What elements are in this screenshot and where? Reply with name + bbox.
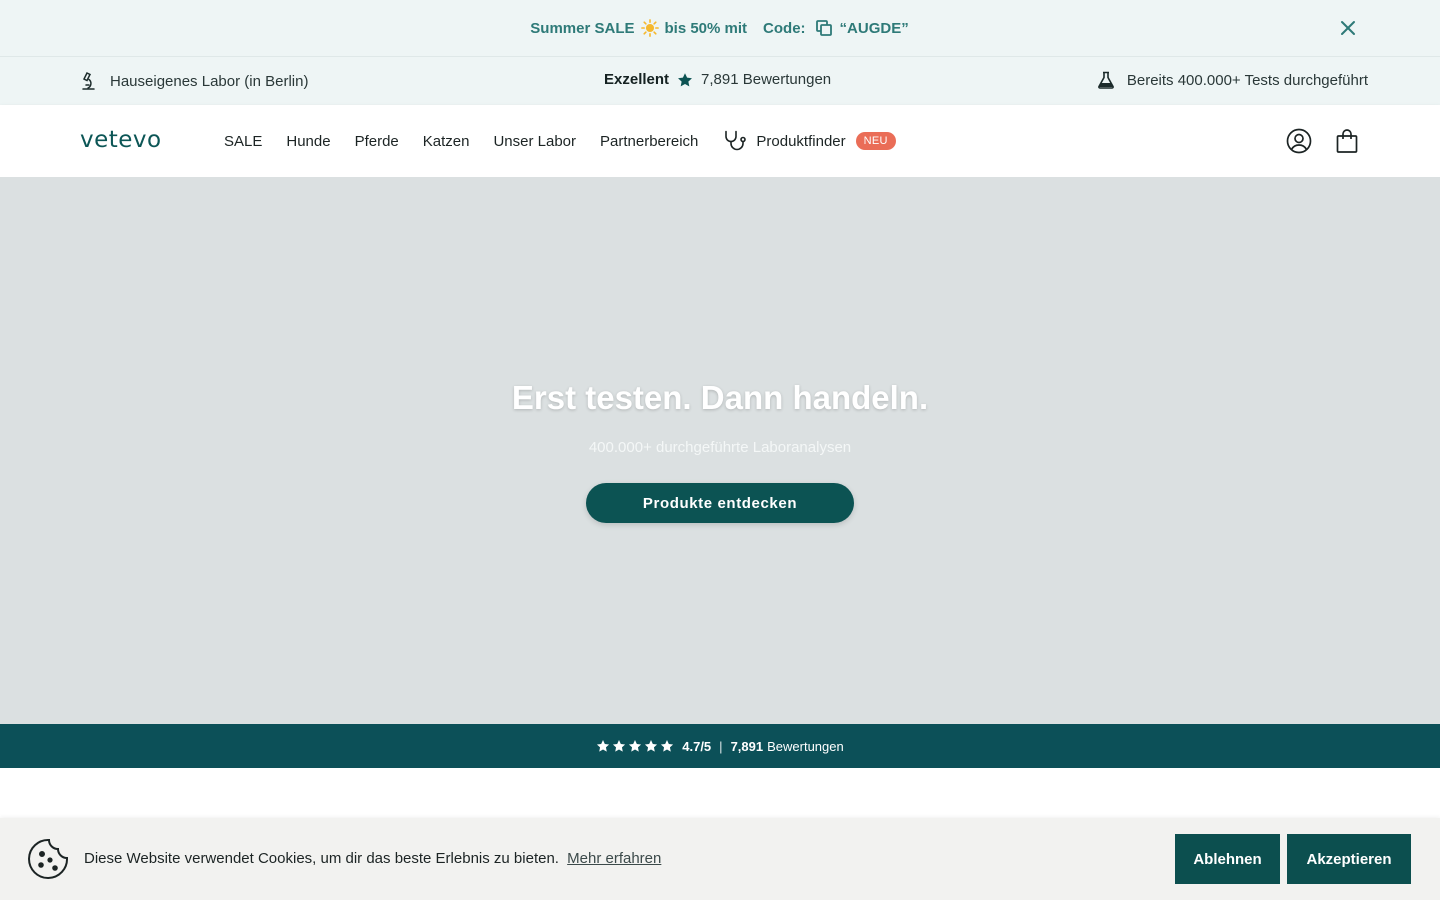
rating-count: 7,891 [730, 738, 764, 754]
usp-tests: Bereits 400.000+ Tests durchgeführt [1097, 71, 1368, 89]
announcement-code-value[interactable]: “AUGDE” [840, 20, 909, 37]
rating-stars [596, 739, 674, 753]
copy-icon[interactable] [814, 18, 834, 38]
flask-icon [1097, 71, 1114, 89]
announcement-bar: Summer SALE bis 50% mit Code: “AUGDE” [0, 0, 1440, 57]
star-icon [661, 740, 674, 752]
microscope-icon [82, 71, 95, 90]
announcement-text-after: bis 50% mit [664, 19, 748, 37]
cookie-message: Diese Website verwendet Cookies, um dir … [84, 850, 661, 867]
nav-item-partnerbereich[interactable]: Partnerbereich [600, 133, 698, 150]
star-icon [678, 72, 692, 86]
stethoscope-icon [725, 130, 747, 151]
nav-item-hunde[interactable]: Hunde [286, 133, 330, 150]
hero-title: Erst testen. Dann handeln. [511, 379, 929, 416]
nav-item-sale[interactable]: SALE [224, 133, 262, 150]
main-nav: SALE Hunde Pferde Katzen Unser Labor Par… [224, 105, 896, 177]
close-icon[interactable] [1338, 18, 1358, 38]
usp-rating[interactable]: Exzellent 7,891 Bewertungen [604, 71, 831, 88]
nav-item-katzen[interactable]: Katzen [423, 133, 470, 150]
header-actions [1286, 128, 1360, 154]
nav-item-produktfinder[interactable]: Produktfinder NEU [722, 129, 896, 153]
announcement-code-label: Code: [763, 19, 806, 37]
learn-more-link[interactable]: Mehr erfahren [567, 850, 661, 867]
cookie-icon [28, 838, 69, 879]
star-icon [629, 740, 642, 752]
accept-button[interactable]: Akzeptieren [1287, 834, 1411, 884]
rating-label: Bewertungen [767, 738, 844, 754]
rating-separator: | [719, 738, 723, 754]
usp-lab-text: Hauseigenes Labor (in Berlin) [110, 72, 309, 90]
site-header: vetevo SALE Hunde Pferde Katzen Unser La… [0, 105, 1440, 177]
rating-bar[interactable]: 4.7/5 | 7,891 Bewertungen [0, 724, 1440, 768]
hero-subtitle: 400.000+ durchgeführte Laboranalysen [588, 439, 852, 456]
star-icon [613, 740, 626, 752]
usp-tests-text: Bereits 400.000+ Tests durchgeführt [1126, 71, 1368, 89]
nav-item-unser-labor[interactable]: Unser Labor [493, 133, 576, 150]
announcement-content: Summer SALE bis 50% mit Code: “AUGDE” [530, 18, 909, 38]
hero-section: Erst testen. Dann handeln. 400.000+ durc… [0, 177, 1440, 724]
logo[interactable]: vetevo [80, 127, 162, 153]
star-icon [597, 740, 610, 752]
announcement-text-before: Summer SALE [530, 19, 635, 37]
cookie-banner: Diese Website verwendet Cookies, um dir … [0, 818, 1440, 900]
nav-produktfinder-label: Produktfinder [756, 132, 846, 150]
new-badge: NEU [855, 132, 896, 150]
decline-button[interactable]: Ablehnen [1175, 834, 1280, 884]
cart-icon[interactable] [1334, 128, 1360, 154]
cookie-text: Diese Website verwendet Cookies, um dir … [84, 850, 559, 867]
discover-products-button[interactable]: Produkte entdecken [586, 483, 854, 523]
sun-icon [640, 19, 659, 37]
usp-bar: Hauseigenes Labor (in Berlin) Exzellent … [0, 57, 1440, 105]
account-icon[interactable] [1286, 128, 1312, 154]
usp-rating-label: Exzellent [604, 71, 670, 88]
rating-score: 4.7/5 [682, 738, 712, 754]
star-icon [645, 740, 658, 752]
nav-item-pferde[interactable]: Pferde [355, 133, 399, 150]
usp-lab: Hauseigenes Labor (in Berlin) [80, 71, 308, 91]
usp-rating-count: 7,891 Bewertungen [701, 71, 832, 88]
